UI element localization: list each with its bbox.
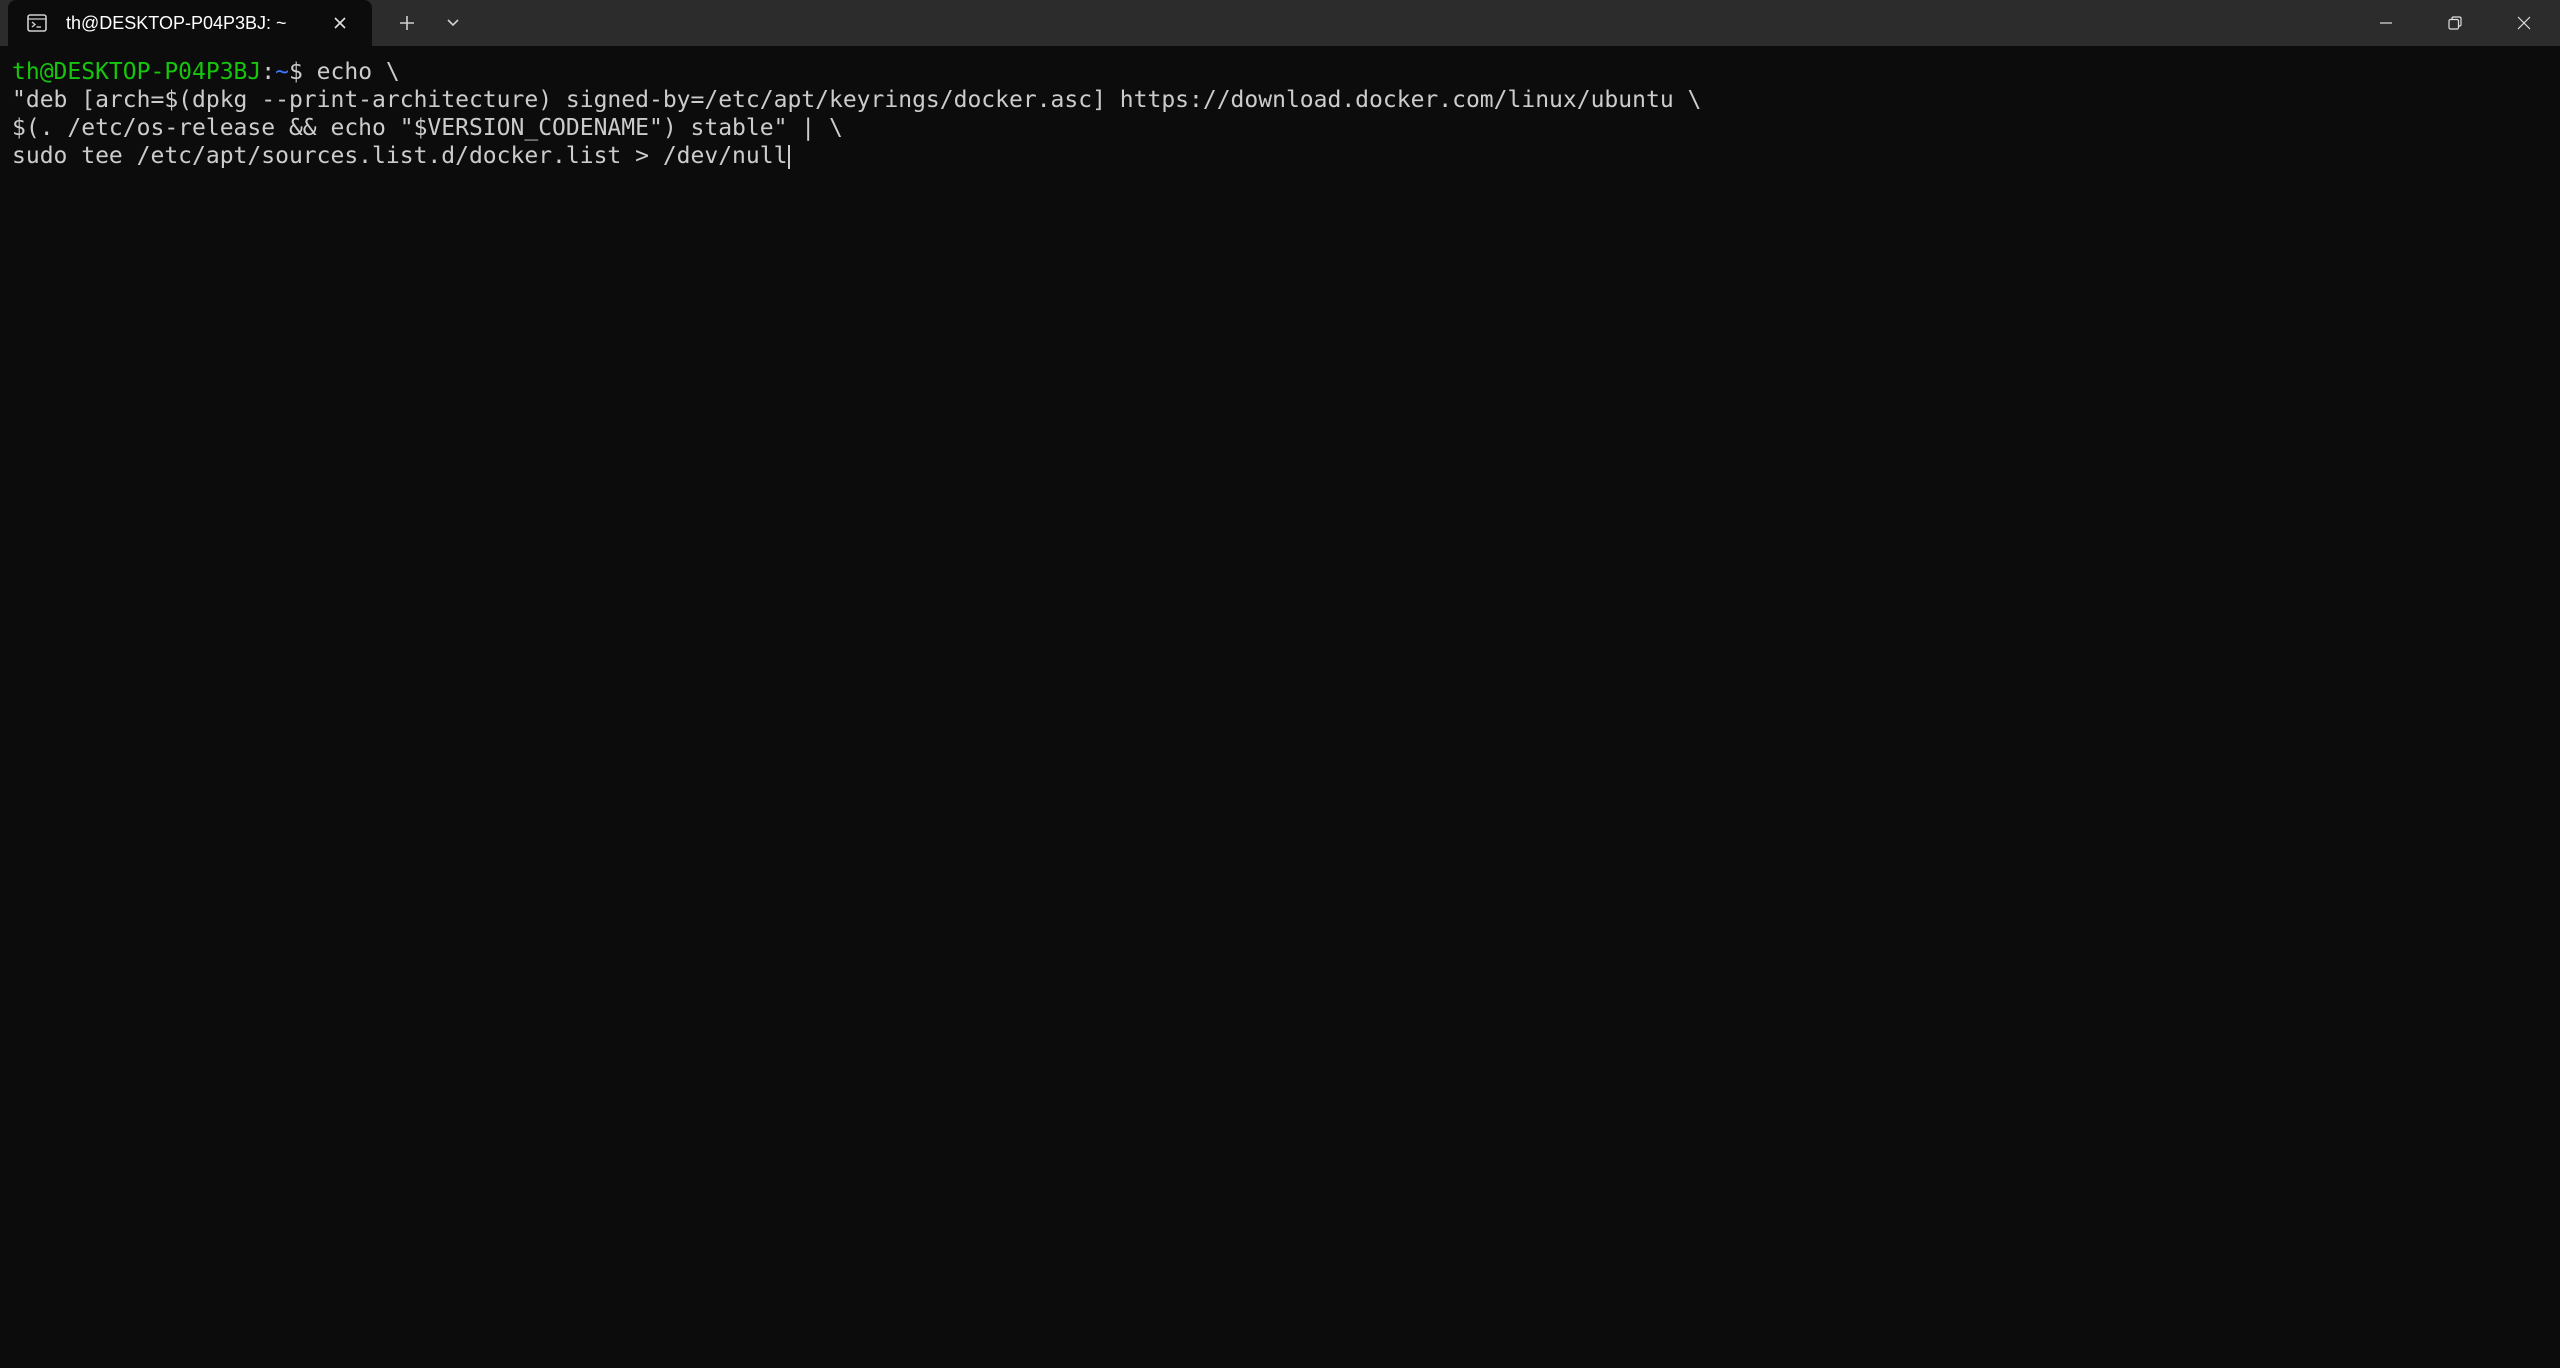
prompt-user: th@DESKTOP-P04P3BJ bbox=[12, 59, 262, 85]
command-text: echo \ bbox=[316, 59, 400, 85]
prompt-colon: : bbox=[261, 59, 276, 85]
prompt-symbol: $ bbox=[288, 59, 317, 85]
command-continuation-line: $(. /etc/os-release && echo "$VERSION_CO… bbox=[12, 115, 843, 141]
tab-title: th@DESKTOP-P04P3BJ: ~ bbox=[66, 13, 287, 33]
title-bar[interactable]: th@DESKTOP-P04P3BJ: ~ bbox=[0, 0, 2560, 46]
tab-active[interactable]: th@DESKTOP-P04P3BJ: ~ bbox=[8, 0, 372, 46]
new-tab-button[interactable] bbox=[392, 10, 422, 36]
plus-icon bbox=[400, 16, 414, 30]
command-continuation-line: "deb [arch=$(dpkg --print-architecture) … bbox=[12, 87, 1702, 113]
terminal-window: th@DESKTOP-P04P3BJ: ~ th@DESKTOP-P04P3BJ… bbox=[0, 0, 2560, 1368]
close-icon bbox=[2517, 16, 2531, 30]
close-tab-button[interactable] bbox=[328, 11, 352, 35]
command-text: sudo tee /etc/apt/sources.list.d/docker.… bbox=[12, 143, 788, 169]
close-window-button[interactable] bbox=[2490, 0, 2558, 46]
command-continuation-line: sudo tee /etc/apt/sources.list.d/docker.… bbox=[12, 142, 791, 170]
minimize-icon bbox=[2380, 22, 2392, 24]
close-icon bbox=[334, 17, 346, 29]
chevron-down-icon bbox=[447, 19, 459, 27]
terminal-output[interactable]: th@DESKTOP-P04P3BJ:~$ echo \ "deb [arch=… bbox=[0, 46, 2560, 1368]
terminal-icon bbox=[27, 13, 47, 33]
restore-icon bbox=[2448, 16, 2462, 30]
prompt-line: th@DESKTOP-P04P3BJ:~$ echo \ bbox=[12, 58, 400, 86]
prompt-path: ~ bbox=[275, 59, 289, 85]
restore-button[interactable] bbox=[2421, 0, 2489, 46]
tab-dropdown-button[interactable] bbox=[438, 10, 468, 36]
text-cursor bbox=[788, 144, 791, 169]
minimize-button[interactable] bbox=[2352, 0, 2420, 46]
